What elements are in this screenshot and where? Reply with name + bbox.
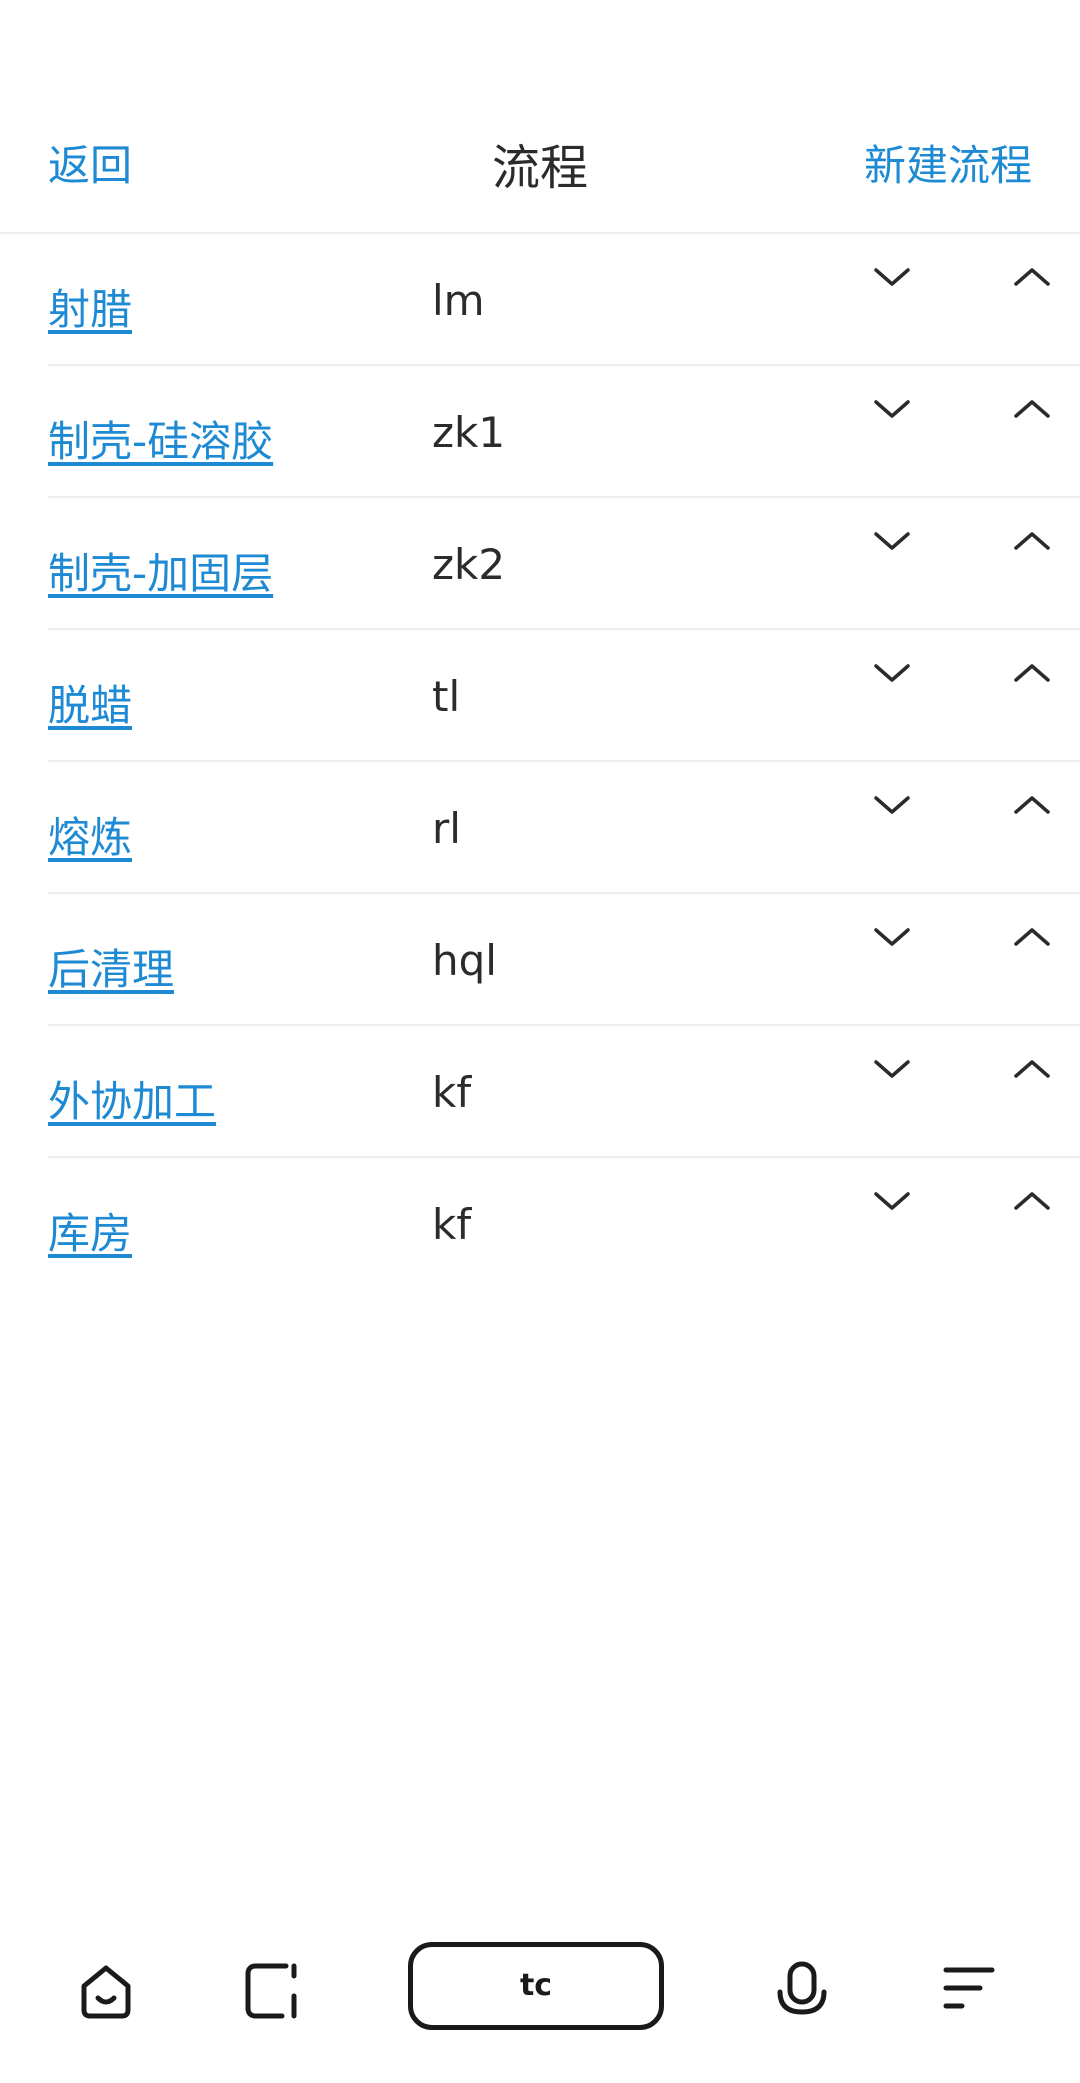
move-up-button[interactable] (1004, 1052, 1060, 1092)
chevron-down-icon (874, 268, 910, 286)
menu-button[interactable] (932, 1954, 1004, 2026)
list-item: 后清理 hql (48, 894, 1080, 1026)
list-item: 射腊 lm (48, 234, 1080, 366)
top-bar: 返回 流程 新建流程 (0, 0, 1080, 234)
chevron-up-icon (1014, 796, 1050, 814)
process-code: tl (432, 672, 461, 721)
move-down-button[interactable] (864, 524, 920, 564)
chevron-down-icon (874, 928, 910, 946)
list-item: 库房 kf (48, 1158, 1080, 1290)
address-bar-button[interactable]: tc (408, 1942, 664, 2030)
process-name-link[interactable]: 后清理 (48, 936, 174, 997)
move-down-button[interactable] (864, 392, 920, 432)
chevron-down-icon (874, 664, 910, 682)
chevron-up-icon (1014, 532, 1050, 550)
move-down-button[interactable] (864, 1052, 920, 1092)
process-code: lm (432, 276, 485, 325)
chevron-up-icon (1014, 928, 1050, 946)
chevron-down-icon (874, 532, 910, 550)
chevron-down-icon (874, 400, 910, 418)
process-code: hql (432, 936, 497, 985)
chevron-down-icon (874, 1192, 910, 1210)
chevron-down-icon (874, 1060, 910, 1078)
process-code: rl (432, 804, 461, 853)
move-down-button[interactable] (864, 920, 920, 960)
move-down-button[interactable] (864, 656, 920, 696)
process-code: kf (432, 1200, 472, 1249)
tabs-button[interactable] (236, 1954, 308, 2026)
voice-button[interactable] (766, 1954, 838, 2026)
process-name-link[interactable]: 库房 (48, 1200, 132, 1261)
move-up-button[interactable] (1004, 392, 1060, 432)
chevron-up-icon (1014, 1060, 1050, 1078)
chevron-up-icon (1014, 400, 1050, 418)
tabs-icon (245, 1963, 297, 2019)
chevron-up-icon (1014, 268, 1050, 286)
move-down-button[interactable] (864, 1184, 920, 1224)
move-up-button[interactable] (1004, 920, 1060, 960)
home-button[interactable] (70, 1954, 142, 2026)
process-name-link[interactable]: 射腊 (48, 276, 132, 337)
process-name-link[interactable]: 脱蜡 (48, 672, 132, 733)
move-up-button[interactable] (1004, 1184, 1060, 1224)
list-item: 外协加工 kf (48, 1026, 1080, 1158)
process-name-link[interactable]: 制壳-加固层 (48, 540, 273, 601)
move-down-button[interactable] (864, 788, 920, 828)
move-up-button[interactable] (1004, 788, 1060, 828)
home-icon (81, 1965, 131, 2019)
process-code: zk2 (432, 540, 506, 589)
microphone-icon (777, 1961, 827, 2015)
chevron-down-icon (874, 796, 910, 814)
process-name-link[interactable]: 熔炼 (48, 804, 132, 865)
chevron-up-icon (1014, 664, 1050, 682)
process-name-link[interactable]: 外协加工 (48, 1068, 216, 1129)
process-code: zk1 (432, 408, 506, 457)
list-item: 制壳-加固层 zk2 (48, 498, 1080, 630)
list-item: 熔炼 rl (48, 762, 1080, 894)
move-down-button[interactable] (864, 260, 920, 300)
list-item: 脱蜡 tl (48, 630, 1080, 762)
move-up-button[interactable] (1004, 524, 1060, 564)
move-up-button[interactable] (1004, 656, 1060, 696)
list-item: 制壳-硅溶胶 zk1 (48, 366, 1080, 498)
chevron-up-icon (1014, 1192, 1050, 1210)
process-name-link[interactable]: 制壳-硅溶胶 (48, 408, 273, 469)
move-up-button[interactable] (1004, 260, 1060, 300)
process-list: 射腊 lm 制壳-硅溶胶 zk1 制壳-加固层 zk2 脱蜡 tl 熔炼 rl … (48, 234, 1080, 1290)
menu-icon (943, 1967, 995, 2009)
browser-bottom-bar: tc (0, 1930, 1080, 2050)
process-code: kf (432, 1068, 472, 1117)
new-process-link[interactable]: 新建流程 (864, 132, 1032, 193)
